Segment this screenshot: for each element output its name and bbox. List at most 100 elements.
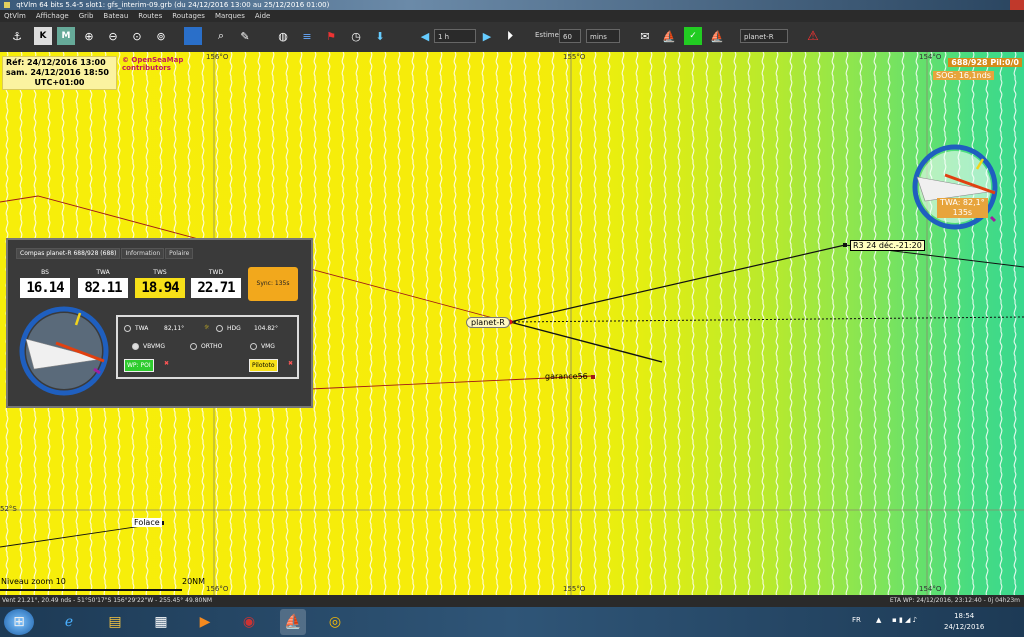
hdg-mode[interactable]: HDG [216, 325, 241, 332]
menu-affichage[interactable]: Affichage [36, 12, 69, 20]
system-clock[interactable]: 18:54 24/12/2016 [944, 611, 984, 633]
ortho-mode[interactable]: ORTHO [190, 343, 222, 350]
hdg-mode-label: HDG [227, 325, 241, 332]
pen-icon[interactable]: ✎ [236, 27, 254, 45]
clock-icon[interactable]: ◷ [347, 27, 365, 45]
zoom-in-icon[interactable]: ⊕ [80, 27, 98, 45]
qtvlm-task-icon[interactable]: ⛵ [280, 609, 306, 635]
route-label[interactable]: R3 24 déc.-21:20 [850, 240, 925, 251]
panel-tabs: Compas planet-R 688/928 (688) Informatio… [16, 248, 194, 259]
hdg-value[interactable]: 104.82° [254, 325, 278, 332]
bs-label: BS [41, 269, 49, 276]
chrome-icon[interactable]: ◎ [322, 609, 348, 635]
grib-icon[interactable]: ◍ [274, 27, 292, 45]
warning-icon[interactable]: ⚠ [804, 27, 822, 45]
osm-attribution[interactable]: © OpenSeaMap contributors [122, 56, 183, 72]
vbvmg-mode[interactable]: VBVMG [132, 343, 165, 350]
lon-label-154: 154°O [919, 53, 942, 61]
minimize-button[interactable] [982, 0, 996, 10]
ref-date: Réf: 24/12/2016 13:00 [6, 58, 106, 67]
media-icon[interactable]: ▦ [148, 609, 174, 635]
menu-marques[interactable]: Marques [215, 12, 245, 20]
folace-label[interactable]: Folace [132, 518, 162, 527]
garance-label[interactable]: garance56 [545, 372, 588, 381]
language-indicator[interactable]: FR [852, 616, 861, 624]
game-icon[interactable]: ◉ [236, 609, 262, 635]
pilototo-button[interactable]: Pilototo [249, 359, 278, 372]
twa-value[interactable]: 82,11° [164, 325, 184, 332]
pil-badge: 688/928 Pil:0/0 [948, 58, 1022, 67]
tray-arrow-icon[interactable]: ▲ [876, 616, 881, 624]
zoom-fit-icon[interactable]: ⊙ [128, 27, 146, 45]
player-icon[interactable]: ▶ [192, 609, 218, 635]
menu-bateau[interactable]: Bateau [103, 12, 128, 20]
tray-icons[interactable]: ▪ ▮ ◢ ♪ [892, 616, 917, 624]
clock-date: 24/12/2016 [944, 623, 985, 631]
wp-button[interactable]: WP: POI [124, 359, 154, 372]
ie-icon[interactable]: ℯ [56, 609, 82, 635]
select-area-icon[interactable] [184, 27, 202, 45]
twa-radio[interactable] [124, 325, 131, 332]
vmg-radio[interactable] [250, 343, 257, 350]
garance-marker[interactable] [591, 375, 595, 379]
wp-delete-icon[interactable]: ✖ [164, 360, 169, 367]
menu-grib[interactable]: Grib [79, 12, 94, 20]
route-point-marker[interactable] [843, 243, 847, 247]
play-icon[interactable]: ⏵ [501, 27, 519, 45]
status-right: ETA WP: 24/12/2016, 23:12:40 - 0j 04h23m [889, 597, 1020, 604]
tab-information[interactable]: Information [121, 248, 165, 259]
menu-routages[interactable]: Routages [172, 12, 205, 20]
tab-polaire[interactable]: Polaire [165, 248, 194, 259]
boat-center-icon[interactable]: ⚓ [8, 27, 26, 45]
estime-input[interactable]: 60 [559, 29, 581, 43]
estime-unit-select[interactable]: mins [586, 29, 620, 43]
vmg-mode[interactable]: VMG [250, 343, 275, 350]
step-back-icon[interactable]: ◀ [416, 27, 434, 45]
close-button[interactable] [1010, 0, 1024, 10]
twa-gauge: 82.11 [78, 278, 128, 298]
boat-select[interactable]: planet-R [740, 29, 788, 43]
menu-aide[interactable]: Aide [255, 12, 270, 20]
tws-gauge: 18.94 [135, 278, 185, 298]
taskbar: ⊞ ℯ ▤ ▦ ▶ ◉ ⛵ ◎ FR ▲ ▪ ▮ ◢ ♪ 18:54 24/12… [0, 607, 1024, 637]
map-layer-icon[interactable]: M [57, 27, 75, 45]
start-button[interactable]: ⊞ [4, 609, 34, 635]
pilototo-delete-icon[interactable]: ✖ [288, 360, 293, 367]
zoom-out-icon[interactable]: ⊖ [104, 27, 122, 45]
kap-icon[interactable]: K [34, 27, 52, 45]
vbvmg-label: VBVMG [143, 343, 165, 350]
lon-label-155-bottom: 155°O [563, 585, 586, 593]
download-icon[interactable]: ⬇ [371, 27, 389, 45]
sail-icon[interactable]: ⛵ [660, 27, 678, 45]
ortho-radio[interactable] [190, 343, 197, 350]
zoom-all-icon[interactable]: ⊚ [152, 27, 170, 45]
twa-mode[interactable]: TWA [124, 325, 148, 332]
compass-panel: Compas planet-R 688/928 (688) Informatio… [6, 238, 313, 408]
maximize-button[interactable] [996, 0, 1010, 10]
hdg-radio[interactable] [216, 325, 223, 332]
map-area[interactable]: Réf: 24/12/2016 13:00 sam. 24/12/2016 18… [0, 52, 1024, 595]
menu-routes[interactable]: Routes [138, 12, 162, 20]
step-forward-icon[interactable]: ▶ [478, 27, 496, 45]
lat-label-52s: 52°S [0, 505, 17, 513]
sync-button[interactable]: Sync: 135s [248, 267, 298, 301]
vbvmg-radio[interactable] [132, 343, 139, 350]
menu-qtvlm[interactable]: QtVlm [4, 12, 26, 20]
sail-alt-icon[interactable]: ⛵ [708, 27, 726, 45]
tab-compass[interactable]: Compas planet-R 688/928 (688) [16, 248, 121, 259]
app-logo-icon [4, 2, 10, 8]
barrier-icon[interactable]: ≡ [298, 27, 316, 45]
green-check-icon[interactable]: ✓ [684, 27, 702, 45]
sun-icon: ☼ [204, 324, 210, 331]
mail-icon[interactable]: ✉ [636, 27, 654, 45]
menu-bar: QtVlm Affichage Grib Bateau Routes Routa… [0, 10, 1024, 22]
step-select[interactable]: 1 h [434, 29, 476, 43]
window-title: qtVlm 64 bits 5.4-5 slot1: gfs_interim-0… [16, 1, 330, 9]
osm-line-2: contributors [122, 64, 171, 72]
search-icon[interactable]: ⌕ [212, 27, 230, 45]
wind-icon[interactable]: ⚑ [322, 27, 340, 45]
clock-time: 18:54 [954, 612, 975, 620]
boat-label[interactable]: planet-R [466, 317, 510, 328]
twa-badge-line-2: 135s [952, 208, 973, 217]
explorer-icon[interactable]: ▤ [102, 609, 128, 635]
